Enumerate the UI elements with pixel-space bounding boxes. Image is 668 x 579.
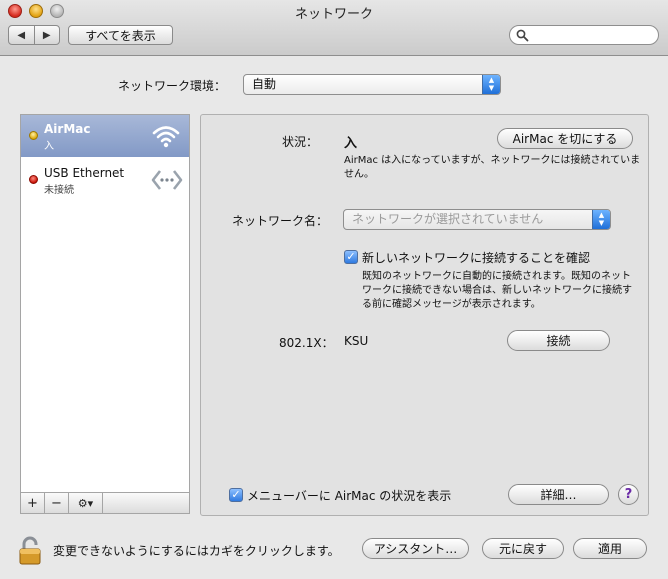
advanced-button[interactable]: 詳細… — [508, 484, 609, 505]
search-field[interactable] — [509, 25, 659, 45]
help-button[interactable]: ? — [618, 484, 639, 505]
status-label: 状況： — [282, 135, 319, 149]
popup-arrows-icon: ▲ ▼ — [592, 210, 610, 229]
dot1x-value: KSU — [344, 334, 369, 348]
service-list-toolbar: + − ⚙▾ — [20, 492, 190, 514]
back-button[interactable]: ◀ — [9, 26, 34, 44]
connect-button[interactable]: 接続 — [507, 330, 610, 351]
toolbar: ネットワーク ◀ ▶ すべてを表示 — [0, 0, 668, 56]
status-dot-red — [29, 175, 38, 184]
search-icon — [516, 29, 529, 42]
network-name-label: ネットワーク名： — [232, 214, 329, 228]
revert-button[interactable]: 元に戻す — [482, 538, 564, 559]
remove-service-button[interactable]: − — [45, 493, 69, 513]
status-dot-yellow — [29, 131, 38, 140]
assistant-button[interactable]: アシスタント… — [362, 538, 469, 559]
turn-airmac-off-button[interactable]: AirMac を切にする — [497, 128, 633, 149]
confirm-join-description: 既知のネットワークに自動的に接続されます。既知のネットワークに接続できない場合は… — [362, 271, 632, 310]
status-value: 入 — [344, 136, 358, 151]
window-title: ネットワーク — [294, 7, 373, 22]
lock-message: 変更できないようにするにはカギをクリックします。 — [53, 544, 340, 558]
lock-icon[interactable] — [18, 536, 44, 566]
forward-button[interactable]: ▶ — [33, 26, 60, 44]
service-list: AirMac 入 USB Ethernet 未接続 — [20, 114, 190, 492]
network-name-placeholder: ネットワークが選択されていません — [352, 212, 544, 226]
add-service-button[interactable]: + — [21, 493, 45, 513]
location-label: ネットワーク環境： — [118, 79, 227, 93]
network-preferences-window: ネットワーク ◀ ▶ すべてを表示 ネットワーク環境： 自動 ▲ ▼ AirMac… — [0, 0, 668, 579]
show-in-menubar-label[interactable]: メニューバーに AirMac の状況を表示 — [247, 487, 451, 504]
ethernet-icon — [151, 170, 183, 190]
status-description: AirMac は入になっていますが、ネットワークには接続されていません。 — [344, 155, 641, 180]
gear-icon[interactable]: ⚙▾ — [69, 493, 103, 513]
popup-arrows-icon: ▲ ▼ — [482, 75, 500, 94]
confirm-join-label[interactable]: 新しいネットワークに接続することを確認 — [362, 249, 590, 266]
service-item-usb-ethernet[interactable]: USB Ethernet 未接続 — [21, 159, 189, 201]
service-item-airmac[interactable]: AirMac 入 — [21, 115, 189, 157]
apply-button[interactable]: 適用 — [573, 538, 647, 559]
confirm-join-checkbox[interactable]: ✓ — [344, 250, 358, 264]
wifi-icon — [152, 126, 180, 148]
back-forward-control: ◀ ▶ — [8, 25, 60, 45]
dot1x-label: 802.1X： — [279, 336, 334, 350]
service-name: USB Ethernet — [44, 166, 125, 180]
location-value: 自動 — [252, 77, 277, 91]
show-in-menubar-checkbox[interactable]: ✓ — [229, 488, 243, 502]
service-status: 未接続 — [44, 185, 74, 196]
show-all-button[interactable]: すべてを表示 — [68, 25, 173, 45]
network-name-popup[interactable]: ネットワークが選択されていません ▲ ▼ — [343, 209, 611, 230]
service-name: AirMac — [44, 122, 91, 136]
service-status: 入 — [44, 141, 54, 152]
location-popup[interactable]: 自動 ▲ ▼ — [243, 74, 501, 95]
